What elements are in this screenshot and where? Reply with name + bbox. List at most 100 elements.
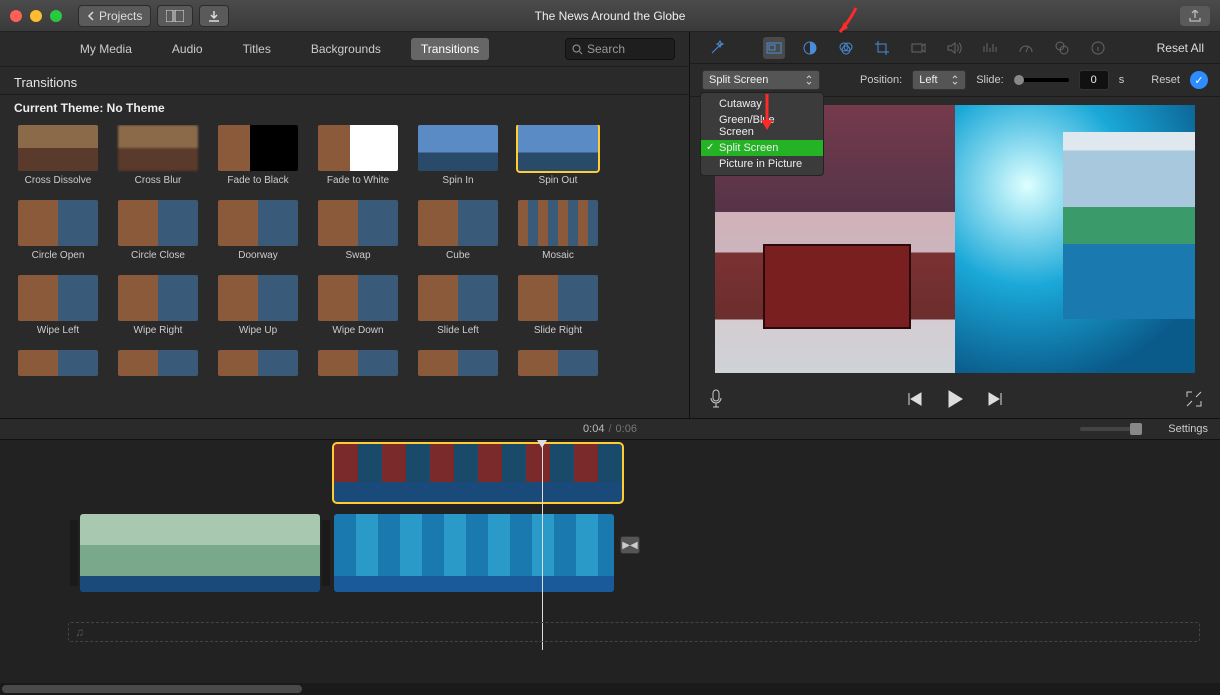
- volume-icon[interactable]: [943, 37, 965, 59]
- timeline-clip-waterfall[interactable]: [334, 514, 614, 592]
- transition-item[interactable]: Slide Right: [514, 275, 602, 336]
- timeline-settings-button[interactable]: Settings: [1168, 423, 1208, 435]
- voiceover-icon[interactable]: [708, 389, 724, 409]
- timeline-zoom-slider[interactable]: [1080, 427, 1140, 431]
- overlay-controls: Split Screen Position: Left Slide: 0 s R…: [690, 64, 1220, 97]
- transition-item[interactable]: Doorway: [214, 200, 302, 261]
- close-window-icon[interactable]: [10, 10, 22, 22]
- overlay-icon[interactable]: [763, 37, 785, 59]
- tab-transitions[interactable]: Transitions: [411, 38, 489, 60]
- position-label: Position:: [860, 74, 902, 86]
- timeline-clip-map[interactable]: [80, 514, 320, 592]
- transition-item[interactable]: [314, 350, 402, 380]
- overlay-mode-dropdown: Cutaway Green/Blue Screen Split Screen P…: [700, 92, 824, 176]
- next-button[interactable]: [987, 392, 1003, 406]
- audio-track-lane[interactable]: ♫: [68, 622, 1200, 642]
- seconds-unit: s: [1119, 74, 1125, 86]
- transition-item[interactable]: Circle Open: [14, 200, 102, 261]
- inspector-toolbar: Reset All: [690, 32, 1220, 64]
- tab-titles[interactable]: Titles: [233, 38, 281, 60]
- inspector-panel: Reset All Split Screen Position: Left Sl…: [690, 32, 1220, 418]
- overlay-option-pip[interactable]: Picture in Picture: [701, 156, 823, 172]
- overlay-option-cutaway[interactable]: Cutaway: [701, 96, 823, 112]
- transition-item[interactable]: Spin In: [414, 125, 502, 186]
- transition-item[interactable]: Mosaic: [514, 200, 602, 261]
- time-total: 0:06: [616, 423, 637, 435]
- transition-item[interactable]: Wipe Up: [214, 275, 302, 336]
- overlay-option-greenscreen[interactable]: Green/Blue Screen: [701, 112, 823, 140]
- transition-item[interactable]: Fade to Black: [214, 125, 302, 186]
- transition-item[interactable]: Cross Blur: [114, 125, 202, 186]
- window-title: The News Around the Globe: [535, 9, 686, 23]
- tab-my-media[interactable]: My Media: [70, 38, 142, 60]
- play-button[interactable]: [947, 390, 963, 408]
- transport-controls: [690, 384, 1220, 418]
- filters-icon[interactable]: [1051, 37, 1073, 59]
- time-current: 0:04: [583, 423, 604, 435]
- transition-item[interactable]: Spin Out: [514, 125, 602, 186]
- library-tabs: My Media Audio Titles Backgrounds Transi…: [0, 32, 689, 67]
- timeline-scrollbar[interactable]: [0, 683, 1220, 695]
- slide-slider[interactable]: [1014, 78, 1069, 82]
- search-input[interactable]: Search: [565, 38, 675, 60]
- color-correction-icon[interactable]: [835, 37, 857, 59]
- prev-button[interactable]: [907, 392, 923, 406]
- minimize-window-icon[interactable]: [30, 10, 42, 22]
- noise-reduction-icon[interactable]: [979, 37, 1001, 59]
- tab-backgrounds[interactable]: Backgrounds: [301, 38, 391, 60]
- import-button[interactable]: [199, 5, 229, 27]
- share-button[interactable]: [1180, 6, 1210, 26]
- reset-all-button[interactable]: Reset All: [1157, 41, 1204, 55]
- playhead[interactable]: [542, 440, 543, 650]
- info-icon[interactable]: [1087, 37, 1109, 59]
- transition-item[interactable]: Cross Dissolve: [14, 125, 102, 186]
- overlay-option-splitscreen[interactable]: Split Screen: [701, 140, 823, 156]
- overlay-reset-button[interactable]: Reset: [1151, 74, 1180, 86]
- overlay-mode-value: Split Screen: [709, 74, 768, 86]
- titlebar: Projects The News Around the Globe: [0, 0, 1220, 32]
- tab-audio[interactable]: Audio: [162, 38, 213, 60]
- magic-wand-icon[interactable]: [706, 37, 728, 59]
- transition-marker-icon[interactable]: ▶◀: [620, 536, 640, 554]
- transition-item[interactable]: [514, 350, 602, 380]
- slide-seconds-input[interactable]: 0: [1079, 70, 1109, 90]
- library-panel: My Media Audio Titles Backgrounds Transi…: [0, 32, 690, 418]
- transition-item[interactable]: Wipe Down: [314, 275, 402, 336]
- fullscreen-icon[interactable]: [1186, 391, 1202, 407]
- theme-label: Current Theme: No Theme: [0, 95, 689, 125]
- transition-item[interactable]: Wipe Left: [14, 275, 102, 336]
- overlay-clip[interactable]: [334, 444, 622, 502]
- transition-item[interactable]: [214, 350, 302, 380]
- transition-item[interactable]: Circle Close: [114, 200, 202, 261]
- preview-right-clip: [955, 105, 1195, 373]
- crop-icon[interactable]: [871, 37, 893, 59]
- transitions-grid: Cross Dissolve Cross Blur Fade to Black …: [0, 125, 689, 380]
- transition-item[interactable]: Wipe Right: [114, 275, 202, 336]
- transition-item[interactable]: Fade to White: [314, 125, 402, 186]
- apply-check-icon[interactable]: ✓: [1190, 71, 1208, 89]
- transition-item[interactable]: [114, 350, 202, 380]
- clip-trim-handle[interactable]: [322, 520, 330, 586]
- layout-toggle-button[interactable]: [157, 5, 193, 27]
- position-select[interactable]: Left: [912, 70, 966, 90]
- fullscreen-window-icon[interactable]: [50, 10, 62, 22]
- time-display-bar: 0:04 / 0:06 Settings: [0, 418, 1220, 440]
- window-controls: [10, 10, 62, 22]
- overlay-mode-select[interactable]: Split Screen: [702, 70, 820, 90]
- projects-label: Projects: [99, 9, 142, 23]
- stabilization-icon[interactable]: [907, 37, 929, 59]
- search-placeholder: Search: [587, 42, 625, 56]
- panel-title: Transitions: [0, 67, 689, 95]
- transition-item[interactable]: [414, 350, 502, 380]
- transition-item[interactable]: Slide Left: [414, 275, 502, 336]
- speed-icon[interactable]: [1015, 37, 1037, 59]
- transition-item[interactable]: Cube: [414, 200, 502, 261]
- position-value: Left: [919, 74, 937, 86]
- slide-label: Slide:: [976, 74, 1004, 86]
- color-balance-icon[interactable]: [799, 37, 821, 59]
- timeline[interactable]: ▶◀ ♫: [0, 440, 1220, 695]
- transition-item[interactable]: Swap: [314, 200, 402, 261]
- transition-item[interactable]: [14, 350, 102, 380]
- projects-back-button[interactable]: Projects: [78, 5, 151, 27]
- clip-trim-handle[interactable]: [70, 520, 78, 586]
